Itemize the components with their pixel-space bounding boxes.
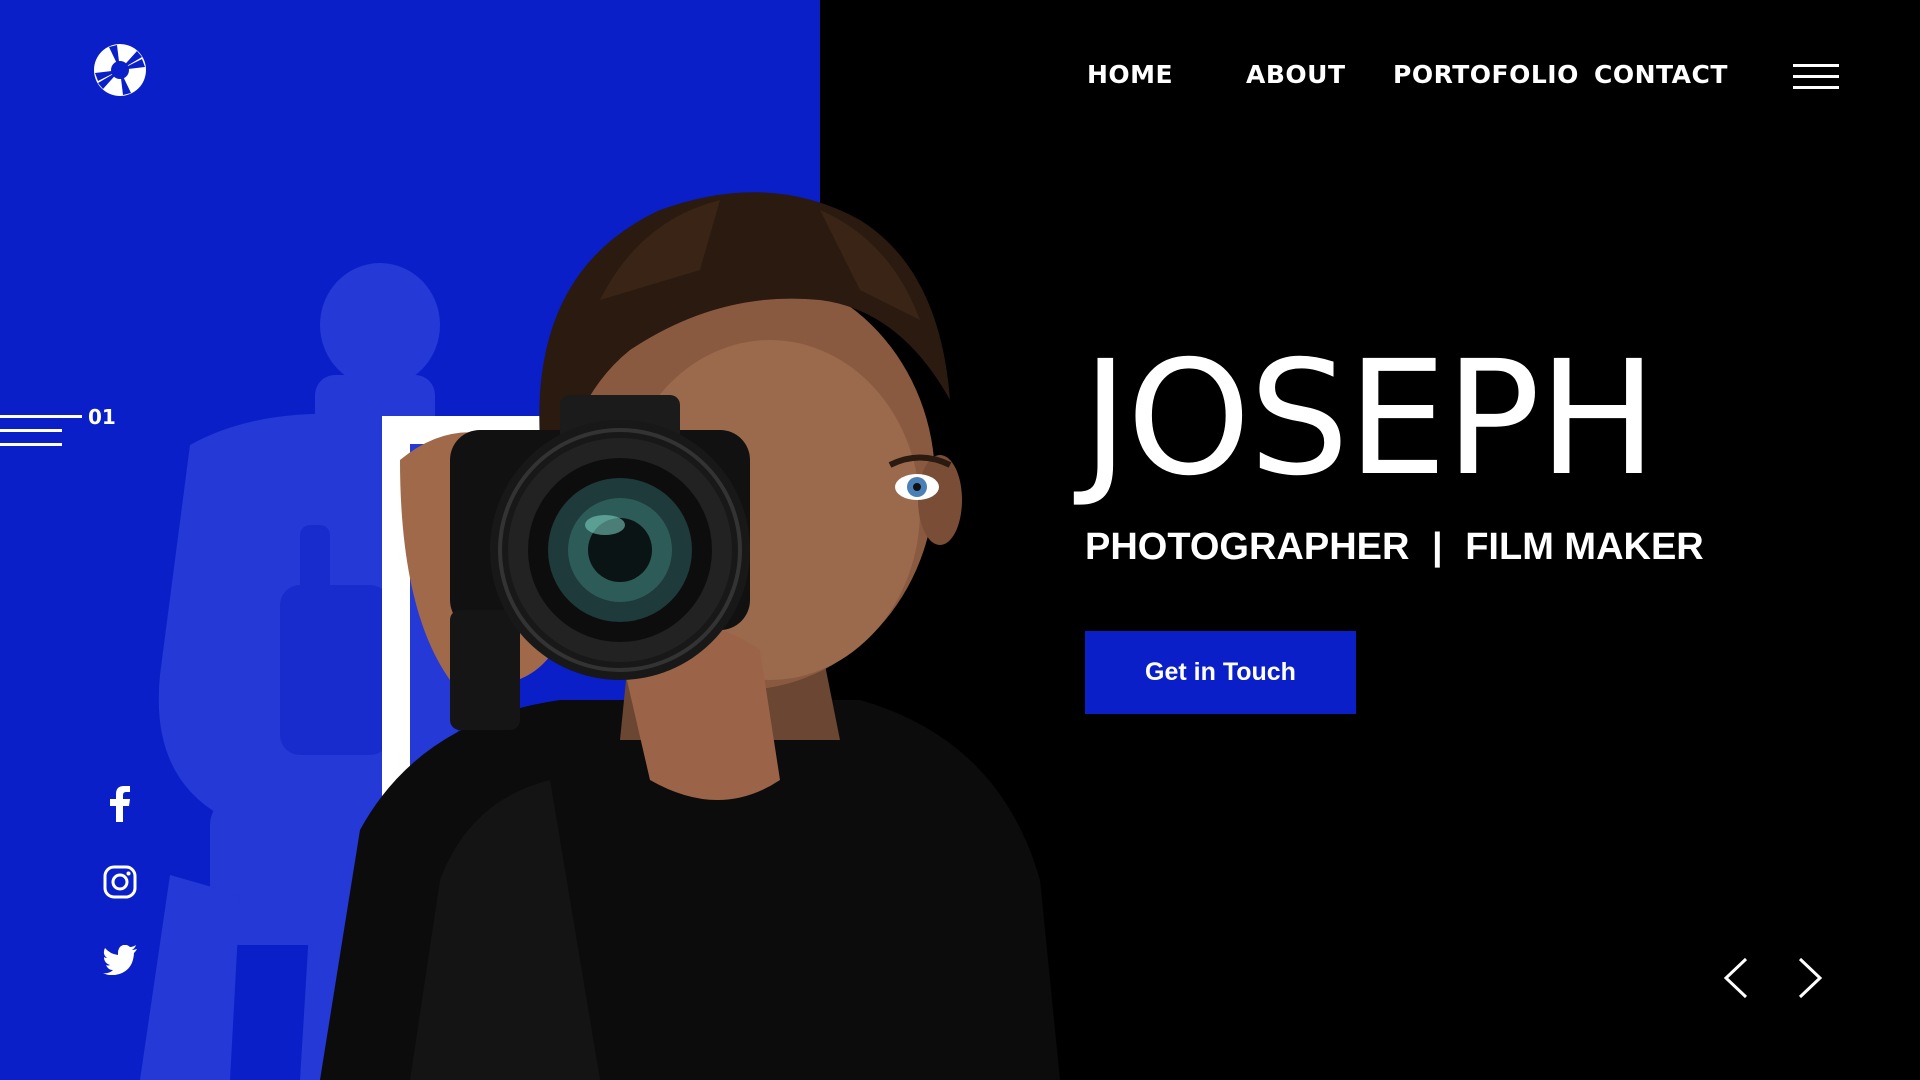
camera-aperture-icon[interactable]	[93, 43, 147, 97]
instagram-icon[interactable]	[100, 862, 140, 902]
facebook-icon[interactable]	[100, 784, 140, 824]
hero-subtitle: PHOTOGRAPHER | FILM MAKER	[1085, 526, 1704, 569]
hero-name: JOSEPH	[1082, 327, 1657, 511]
nav-about[interactable]: ABOUT	[1246, 60, 1346, 89]
subtitle-photographer: PHOTOGRAPHER	[1085, 526, 1410, 568]
slide-number: 01	[88, 405, 116, 429]
nav-home[interactable]: HOME	[1087, 60, 1173, 89]
indicator-line	[0, 415, 82, 418]
hero-page: 01 HOME ABOUT PORTOFOLIO CONTACT JOSEPH …	[0, 0, 1920, 1080]
get-in-touch-button[interactable]: Get in Touch	[1085, 631, 1356, 714]
chevron-left-icon[interactable]	[1716, 955, 1756, 1001]
hamburger-menu-icon[interactable]	[1793, 64, 1839, 90]
indicator-line	[0, 443, 62, 446]
photographer-image	[320, 192, 1060, 1080]
nav-portfolio[interactable]: PORTOFOLIO	[1393, 60, 1579, 89]
twitter-icon[interactable]	[100, 940, 140, 980]
subtitle-separator: |	[1432, 526, 1443, 568]
nav-contact[interactable]: CONTACT	[1594, 60, 1728, 89]
chevron-right-icon[interactable]	[1790, 955, 1830, 1001]
subtitle-film-maker: FILM MAKER	[1465, 526, 1704, 568]
indicator-line	[0, 429, 62, 432]
